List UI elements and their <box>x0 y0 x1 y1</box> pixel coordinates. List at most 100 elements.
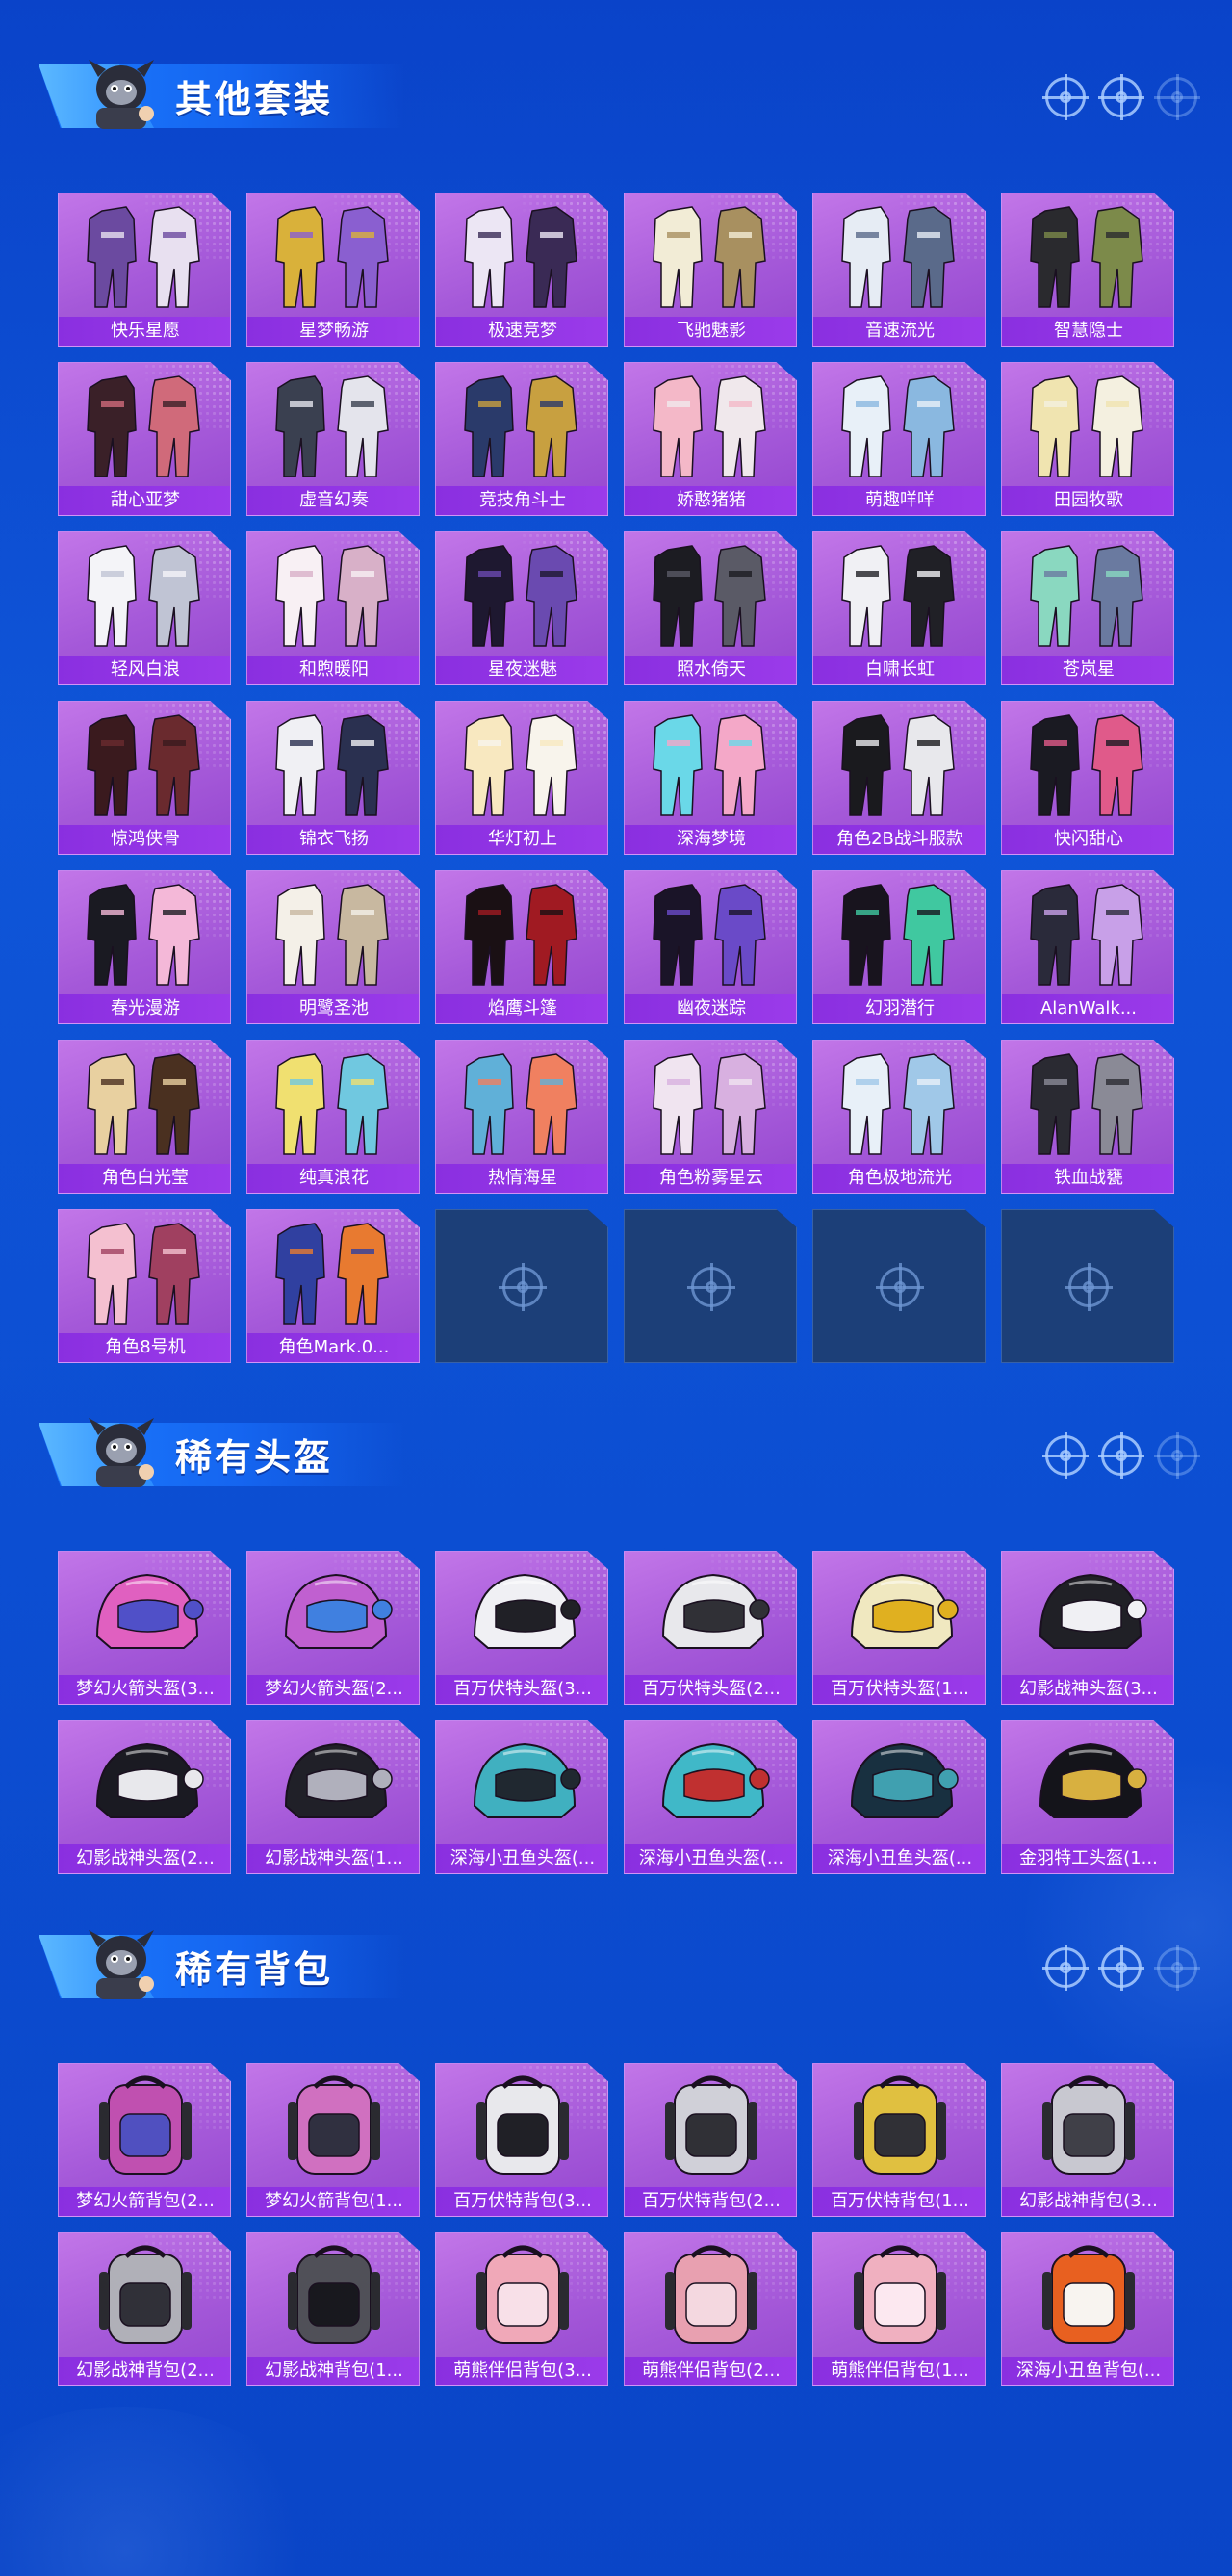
item-label: 和煦暖阳 <box>247 656 419 684</box>
helmet-card[interactable]: 梦幻火箭头盔(2... <box>246 1551 420 1705</box>
outfit-card[interactable]: 明鹭圣池 <box>246 870 420 1024</box>
item-label: 惊鸿侠骨 <box>59 825 230 854</box>
item-label: 幻影战神头盔(3... <box>1002 1675 1173 1704</box>
crosshair-icon <box>1098 74 1144 120</box>
backpack-card[interactable]: 百万伏特背包(2... <box>624 2063 797 2217</box>
item-label: 快闪甜心 <box>1002 825 1173 854</box>
crosshair-decoration <box>1042 74 1200 120</box>
outfit-card[interactable]: 春光漫游 <box>58 870 231 1024</box>
outfit-card[interactable]: 幽夜迷踪 <box>624 870 797 1024</box>
item-label: 幻影战神背包(3... <box>1002 2187 1173 2216</box>
outfit-image <box>436 702 607 827</box>
item-label: 铁血战甕 <box>1002 1164 1173 1193</box>
item-label: 梦幻火箭头盔(3... <box>59 1675 230 1704</box>
outfit-card[interactable]: 华灯初上 <box>435 701 608 855</box>
mascot-icon <box>77 50 164 137</box>
mascot-icon <box>77 1920 164 2007</box>
helmet-image <box>436 1552 607 1677</box>
outfit-card[interactable]: 甜心亚梦 <box>58 362 231 516</box>
backpack-card[interactable]: 百万伏特背包(1... <box>812 2063 986 2217</box>
outfit-card[interactable]: 萌趣咩咩 <box>812 362 986 516</box>
outfit-card[interactable]: 快乐星愿 <box>58 193 231 347</box>
backpack-card[interactable]: 萌熊伴侣背包(1... <box>812 2232 986 2386</box>
helmet-card[interactable]: 幻影战神头盔(3... <box>1001 1551 1174 1705</box>
outfit-card[interactable]: 音速流光 <box>812 193 986 347</box>
outfit-image <box>1002 1041 1173 1166</box>
outfit-card[interactable]: 角色粉雾星云 <box>624 1040 797 1194</box>
outfit-card[interactable]: 铁血战甕 <box>1001 1040 1174 1194</box>
item-label: 华灯初上 <box>436 825 607 854</box>
outfit-card[interactable]: 角色Mark.0... <box>246 1209 420 1363</box>
item-label: 深海小丑鱼头盔(... <box>625 1844 796 1873</box>
backpack-card[interactable]: 幻影战神背包(1... <box>246 2232 420 2386</box>
backpack-card[interactable]: 幻影战神背包(3... <box>1001 2063 1174 2217</box>
outfit-card[interactable]: 惊鸿侠骨 <box>58 701 231 855</box>
outfit-card[interactable]: AlanWalk... <box>1001 870 1174 1024</box>
backpack-card[interactable]: 梦幻火箭背包(2... <box>58 2063 231 2217</box>
outfit-card[interactable]: 快闪甜心 <box>1001 701 1174 855</box>
outfit-card[interactable]: 角色8号机 <box>58 1209 231 1363</box>
section-backpack: 稀有背包 梦幻火箭背包(2... 梦幻火箭背包(1... 百万伏特背包(3... 百万伏… <box>0 1911 1232 2402</box>
backpack-card[interactable]: 萌熊伴侣背包(2... <box>624 2232 797 2386</box>
outfit-image <box>813 363 985 488</box>
crosshair-icon <box>1042 1945 1089 1991</box>
helmet-card[interactable]: 幻影战神头盔(1... <box>246 1720 420 1874</box>
outfit-card[interactable]: 虚音幻奏 <box>246 362 420 516</box>
item-label: 春光漫游 <box>59 994 230 1023</box>
outfit-card[interactable]: 田园牧歌 <box>1001 362 1174 516</box>
item-label: 幽夜迷踪 <box>625 994 796 1023</box>
outfit-card[interactable]: 极速竞梦 <box>435 193 608 347</box>
outfit-image <box>247 702 419 827</box>
outfit-card[interactable]: 和煦暖阳 <box>246 531 420 685</box>
backpack-image <box>59 2233 230 2358</box>
outfit-card[interactable]: 幻羽潜行 <box>812 870 986 1024</box>
item-label: 飞驰魅影 <box>625 317 796 346</box>
crosshair-decoration <box>1042 1945 1200 1991</box>
crosshair-icon <box>1098 1432 1144 1479</box>
outfit-card[interactable]: 热情海星 <box>435 1040 608 1194</box>
outfit-card[interactable]: 照水倚天 <box>624 531 797 685</box>
outfit-card[interactable]: 角色极地流光 <box>812 1040 986 1194</box>
backpack-card[interactable]: 萌熊伴侣背包(3... <box>435 2232 608 2386</box>
outfit-card[interactable]: 角色白光莹 <box>58 1040 231 1194</box>
helmet-card[interactable]: 深海小丑鱼头盔(... <box>812 1720 986 1874</box>
outfit-card[interactable]: 苍岚星 <box>1001 531 1174 685</box>
crosshair-icon <box>1098 1945 1144 1991</box>
item-label: 角色白光莹 <box>59 1164 230 1193</box>
outfit-card[interactable]: 白啸长虹 <box>812 531 986 685</box>
outfit-card[interactable]: 飞驰魅影 <box>624 193 797 347</box>
outfit-card[interactable]: 星梦畅游 <box>246 193 420 347</box>
item-label: 梦幻火箭背包(2... <box>59 2187 230 2216</box>
item-label: 苍岚星 <box>1002 656 1173 684</box>
outfit-card[interactable]: 智慧隐士 <box>1001 193 1174 347</box>
backpack-card[interactable]: 百万伏特背包(3... <box>435 2063 608 2217</box>
outfit-card[interactable]: 纯真浪花 <box>246 1040 420 1194</box>
outfit-card[interactable]: 角色2B战斗服款 <box>812 701 986 855</box>
backpack-image <box>1002 2233 1173 2358</box>
helmet-card[interactable]: 百万伏特头盔(1... <box>812 1551 986 1705</box>
outfit-card[interactable]: 竞技角斗士 <box>435 362 608 516</box>
helmet-card[interactable]: 百万伏特头盔(2... <box>624 1551 797 1705</box>
helmet-card[interactable]: 深海小丑鱼头盔(... <box>624 1720 797 1874</box>
helmet-card[interactable]: 幻影战神头盔(2... <box>58 1720 231 1874</box>
outfit-card[interactable]: 焰鹰斗篷 <box>435 870 608 1024</box>
backpack-card[interactable]: 深海小丑鱼背包(... <box>1001 2232 1174 2386</box>
outfit-card[interactable]: 锦衣飞扬 <box>246 701 420 855</box>
outfit-card[interactable]: 轻风白浪 <box>58 531 231 685</box>
helmet-image <box>625 1552 796 1677</box>
outfit-card[interactable]: 娇憨猪猪 <box>624 362 797 516</box>
backpack-card[interactable]: 幻影战神背包(2... <box>58 2232 231 2386</box>
helmet-card[interactable]: 金羽特工头盔(1... <box>1001 1720 1174 1874</box>
item-label: 深海小丑鱼背包(... <box>1002 2357 1173 2385</box>
outfit-image <box>625 363 796 488</box>
helmet-card[interactable]: 深海小丑鱼头盔(... <box>435 1720 608 1874</box>
helmet-card[interactable]: 梦幻火箭头盔(3... <box>58 1551 231 1705</box>
outfit-image <box>436 363 607 488</box>
helmet-card[interactable]: 百万伏特头盔(3... <box>435 1551 608 1705</box>
outfit-card[interactable]: 深海梦境 <box>624 701 797 855</box>
outfit-image <box>247 532 419 657</box>
outfit-card[interactable]: 星夜迷魅 <box>435 531 608 685</box>
outfit-image <box>813 532 985 657</box>
section-header: 其他套装 <box>0 40 1232 146</box>
backpack-card[interactable]: 梦幻火箭背包(1... <box>246 2063 420 2217</box>
